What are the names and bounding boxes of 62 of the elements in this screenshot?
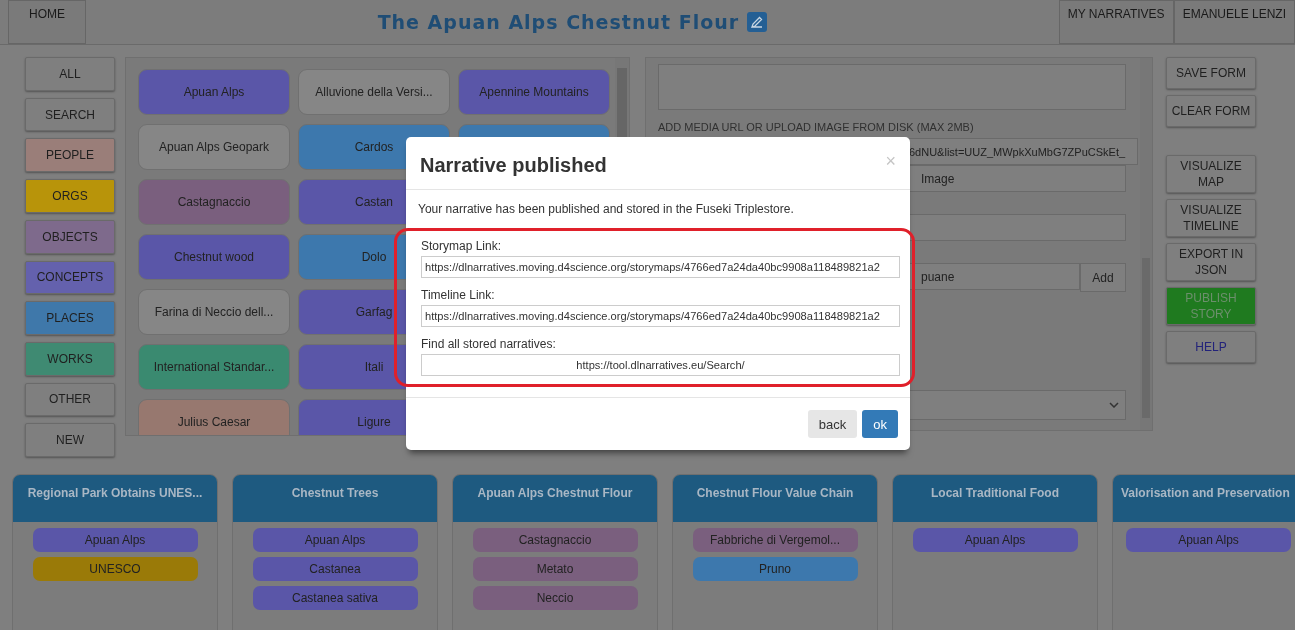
filter-button[interactable]: WORKS [25, 341, 115, 376]
filter-button[interactable]: OTHER [25, 382, 115, 417]
link-field[interactable]: https://tool.dlnarratives.eu/Search/ [421, 354, 900, 376]
event-card[interactable]: Chestnut Trees Apuan Alps Castanea Castanea sativa [232, 474, 438, 630]
filter-button[interactable]: ORGS [25, 179, 115, 213]
user-menu-item[interactable]: MY NARRATIVES [1058, 0, 1174, 44]
filter-button[interactable]: ALL [25, 57, 115, 91]
entity-chip[interactable]: Apuan Alps [912, 528, 1078, 552]
entity-chip[interactable]: Apuan Alps [1126, 528, 1291, 552]
user-menu-item[interactable]: EMANUELE LENZI [1173, 0, 1295, 44]
entity-tile[interactable]: Chestnut wood [138, 234, 290, 280]
filter-button[interactable]: OBJECTS [25, 219, 115, 254]
entity-chip[interactable]: Pruno [692, 557, 858, 581]
filter-button[interactable]: CONCEPTS [25, 260, 115, 295]
event-card[interactable]: Regional Park Obtains UNES... Apuan Alps UNESCO [12, 474, 218, 630]
entity-chip[interactable]: Apuan Alps [32, 528, 198, 552]
dialog-button[interactable]: ok [862, 410, 898, 438]
event-title: Chestnut Flour Value Chain [673, 475, 877, 522]
narrative-title: The Apuan Alps Chestnut Flour [377, 11, 740, 33]
entity-tile[interactable]: Alluvione della Versi... [298, 69, 450, 115]
event-title: Local Traditional Food [893, 475, 1097, 522]
event-card[interactable]: Chestnut Flour Value Chain Fabbriche di Vergemol... Pruno [672, 474, 878, 630]
action-button[interactable]: EXPORT IN JSON [1166, 243, 1256, 281]
entity-chip[interactable]: Metato [472, 557, 638, 581]
entity-tile[interactable]: Julius Caesar [138, 399, 290, 435]
entity-tile[interactable]: Castagnaccio [138, 179, 290, 225]
entity-chip[interactable]: Castanea sativa [252, 586, 418, 610]
action-button[interactable]: VISUALIZE MAP [1166, 155, 1256, 193]
entity-chip[interactable]: UNESCO [32, 557, 198, 581]
action-button[interactable]: SAVE FORM [1166, 57, 1256, 89]
entity-chip[interactable]: Apuan Alps [252, 528, 418, 552]
action-button[interactable]: VISUALIZE TIMELINE [1166, 199, 1256, 237]
entity-tile[interactable]: International Standar... [138, 344, 290, 390]
entity-tile[interactable]: Farina di Neccio dell... [138, 289, 290, 335]
entity-chip[interactable]: Neccio [472, 586, 638, 610]
event-title: Chestnut Trees [233, 475, 437, 522]
entity-chip[interactable]: Fabbriche di Vergemol... [692, 528, 858, 552]
dialog-button[interactable]: back [807, 410, 858, 438]
event-card[interactable]: Apuan Alps Chestnut Flour Castagnaccio Metato Neccio [452, 474, 658, 630]
event-title: Apuan Alps Chestnut Flour [453, 475, 657, 522]
link-field[interactable]: https://dlnarratives.moving.d4science.org/storymaps/4766ed7a24da40bc9908a118489821a2 [421, 305, 900, 327]
edit-icon[interactable] [747, 12, 768, 32]
add-button[interactable]: Add [1080, 263, 1126, 292]
entity-tile[interactable]: Apuan Alps [138, 69, 290, 115]
chevron-down-icon [1109, 402, 1119, 408]
entity-tile[interactable]: Apuan Alps Geopark [138, 124, 290, 170]
entity-tile[interactable]: Apennine Mountains [458, 69, 610, 115]
entity-chip[interactable]: Castanea [252, 557, 418, 581]
filter-button[interactable]: NEW [25, 423, 115, 458]
filter-button[interactable]: SEARCH [25, 97, 115, 132]
link-field[interactable]: https://dlnarratives.moving.d4science.org/storymaps/4766ed7a24da40bc9908a118489821a2 [421, 256, 900, 278]
action-button[interactable]: HELP [1166, 331, 1256, 363]
filter-button[interactable]: PEOPLE [25, 138, 115, 173]
action-button[interactable]: CLEAR FORM [1166, 95, 1256, 127]
home-button[interactable]: HOME [8, 0, 86, 44]
event-title: Regional Park Obtains UNES... [13, 475, 217, 522]
event-card[interactable]: Valorisation and Preservation Apuan Alps [1112, 474, 1295, 630]
entity-chip[interactable]: Castagnaccio [472, 528, 638, 552]
filter-button[interactable]: PLACES [25, 301, 115, 335]
event-title: Valorisation and Preservation [1113, 475, 1295, 522]
event-card[interactable]: Local Traditional Food Apuan Alps [892, 474, 1098, 630]
media-label: ADD MEDIA URL OR UPLOAD IMAGE FROM DISK (MAX 2MB) [658, 120, 975, 134]
